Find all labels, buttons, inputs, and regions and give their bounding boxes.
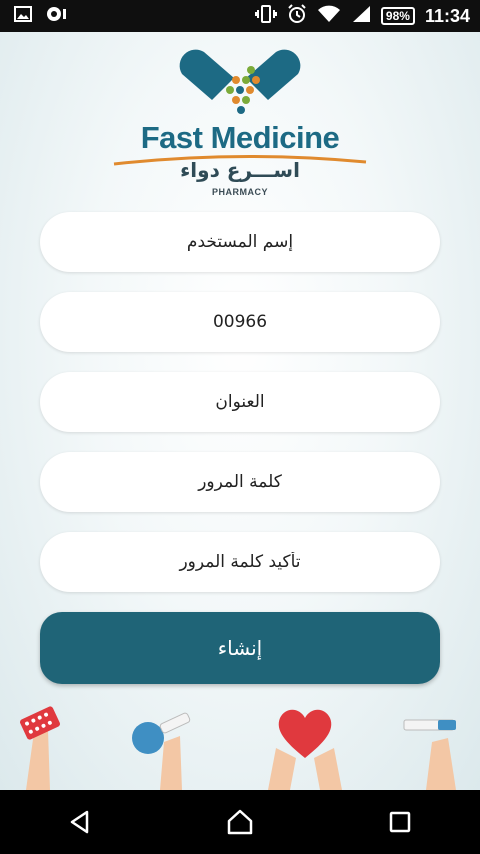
back-icon[interactable] bbox=[50, 797, 110, 847]
username-field[interactable] bbox=[40, 212, 440, 272]
flask-hand-icon bbox=[132, 712, 191, 790]
phone-field[interactable] bbox=[40, 292, 440, 352]
alarm-icon bbox=[287, 4, 307, 28]
logo-subtitle: PHARMACY bbox=[211, 187, 268, 197]
create-account-button[interactable]: إنشاء bbox=[40, 612, 440, 684]
logo-title: Fast Medicine bbox=[140, 120, 340, 155]
pill-heart-logo-icon bbox=[179, 49, 301, 114]
phone-input[interactable] bbox=[58, 311, 422, 333]
record-icon bbox=[46, 6, 68, 26]
syringe-hand-icon bbox=[403, 719, 456, 790]
recents-icon[interactable] bbox=[370, 797, 430, 847]
username-input[interactable] bbox=[58, 231, 422, 253]
image-icon bbox=[14, 6, 32, 26]
confirm-password-field[interactable] bbox=[40, 532, 440, 592]
confirm-password-input[interactable] bbox=[58, 551, 422, 573]
fast-medicine-logo: Fast Medicine اســـرع دواء PHARMACY bbox=[110, 42, 370, 202]
password-field[interactable] bbox=[40, 452, 440, 512]
battery-icon: 98% bbox=[380, 7, 415, 25]
heart-hands-icon bbox=[268, 709, 342, 790]
address-field[interactable] bbox=[40, 372, 440, 432]
password-input[interactable] bbox=[58, 471, 422, 493]
status-bar: 98% 11:34 bbox=[0, 0, 480, 32]
navigation-bar bbox=[0, 790, 480, 854]
vibrate-icon bbox=[254, 5, 277, 27]
signal-icon bbox=[351, 5, 371, 27]
clock: 11:34 bbox=[424, 5, 470, 26]
pill-pack-hand-icon bbox=[20, 706, 60, 790]
home-icon[interactable] bbox=[210, 797, 270, 847]
bottom-illustration bbox=[20, 706, 456, 790]
register-screen: Fast Medicine اســـرع دواء PHARMACY إنشا… bbox=[0, 32, 480, 790]
wifi-icon bbox=[317, 5, 341, 27]
address-input[interactable] bbox=[58, 391, 422, 413]
logo-arabic-title: اســـرع دواء bbox=[180, 158, 300, 182]
